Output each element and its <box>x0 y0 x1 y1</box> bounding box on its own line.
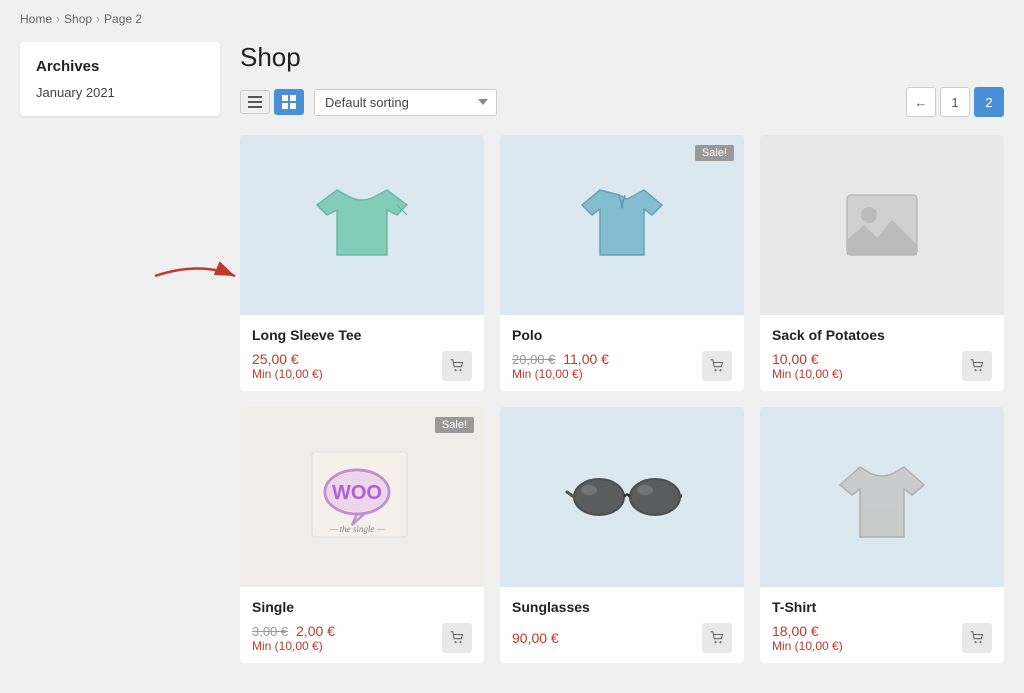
price-block-sack-of-potatoes: 10,00 € Min (10,00 €) <box>772 351 843 381</box>
sort-select[interactable]: Default sorting Sort by popularity Sort … <box>314 89 497 116</box>
add-to-cart-sunglasses[interactable] <box>702 623 732 653</box>
prev-page-button[interactable]: ← <box>906 87 936 117</box>
price-old-span-polo: 20,00 € <box>512 352 555 367</box>
price-block-sunglasses: 90,00 € <box>512 630 559 646</box>
product-card-sunglasses: Sunglasses 90,00 € <box>500 407 744 663</box>
price-current-sunglasses: 90,00 € <box>512 630 559 646</box>
product-price-row-sunglasses: 90,00 € <box>512 623 732 653</box>
grid-view-button[interactable] <box>274 89 304 115</box>
add-to-cart-sack-of-potatoes[interactable] <box>962 351 992 381</box>
product-image-long-sleeve-tee[interactable] <box>240 135 484 315</box>
product-name-sunglasses: Sunglasses <box>512 599 732 615</box>
svg-text:— the single —: — the single — <box>328 524 385 534</box>
product-price-row-polo: 20,00 € 11,00 € Min (10,00 €) <box>512 351 732 381</box>
breadcrumb-shop[interactable]: Shop <box>64 12 92 26</box>
price-current-t-shirt: 18,00 € <box>772 623 843 639</box>
product-image-sack-of-potatoes[interactable] <box>760 135 1004 315</box>
product-image-polo[interactable]: Sale! <box>500 135 744 315</box>
product-name-sack-of-potatoes: Sack of Potatoes <box>772 327 992 343</box>
price-min-polo: Min (10,00 €) <box>512 367 609 381</box>
product-card-polo: Sale! Po <box>500 135 744 391</box>
cart-icon-sunglasses <box>710 631 724 645</box>
product-price-row-sack-of-potatoes: 10,00 € Min (10,00 €) <box>772 351 992 381</box>
price-min-single: Min (10,00 €) <box>252 639 335 653</box>
placeholder-image <box>842 190 922 260</box>
product-price-row-long-sleeve-tee: 25,00 € Min (10,00 €) <box>252 351 472 381</box>
product-info-polo: Polo 20,00 € 11,00 € Min (10,00 €) <box>500 315 744 391</box>
shop-title: Shop <box>240 42 1004 73</box>
product-card-long-sleeve-tee: Long Sleeve Tee 25,00 € Min (10,00 €) <box>240 135 484 391</box>
breadcrumb-current: Page 2 <box>104 12 142 26</box>
price-old-span-single: 3,00 € <box>252 624 288 639</box>
breadcrumb-home[interactable]: Home <box>20 12 52 26</box>
price-block-single: 3,00 € 2,00 € Min (10,00 €) <box>252 623 335 653</box>
product-info-t-shirt: T-Shirt 18,00 € Min (10,00 €) <box>760 587 1004 663</box>
main-content: Shop <box>240 42 1004 663</box>
pagination: ← 1 2 <box>906 87 1004 117</box>
product-image-single[interactable]: Sale! WOO — the single — <box>240 407 484 587</box>
add-to-cart-long-sleeve-tee[interactable] <box>442 351 472 381</box>
page-wrapper: Home › Shop › Page 2 Archives January 20… <box>0 0 1024 693</box>
price-row-single: 3,00 € 2,00 € <box>252 623 335 639</box>
sale-badge-polo: Sale! <box>695 145 734 161</box>
page-2-button[interactable]: 2 <box>974 87 1004 117</box>
product-info-sack-of-potatoes: Sack of Potatoes 10,00 € Min (10,00 €) <box>760 315 1004 391</box>
long-sleeve-tee-image <box>302 165 422 285</box>
polo-image <box>562 165 682 285</box>
price-current-polo: 11,00 € <box>563 351 609 367</box>
cart-icon-sack <box>970 359 984 373</box>
product-info-long-sleeve-tee: Long Sleeve Tee 25,00 € Min (10,00 €) <box>240 315 484 391</box>
price-block-long-sleeve-tee: 25,00 € Min (10,00 €) <box>252 351 323 381</box>
list-view-button[interactable] <box>240 90 270 114</box>
price-current-long-sleeve-tee: 25,00 € <box>252 351 323 367</box>
product-name-t-shirt: T-Shirt <box>772 599 992 615</box>
price-current-single: 2,00 € <box>296 623 335 639</box>
cart-icon-single <box>450 631 464 645</box>
product-card-sack-of-potatoes: Sack of Potatoes 10,00 € Min (10,00 €) <box>760 135 1004 391</box>
price-block-polo: 20,00 € 11,00 € Min (10,00 €) <box>512 351 609 381</box>
archives-title: Archives <box>36 58 204 75</box>
product-name-polo: Polo <box>512 327 732 343</box>
sidebar: Archives January 2021 <box>20 42 220 116</box>
svg-text:WOO: WOO <box>332 482 382 504</box>
price-min-t-shirt: Min (10,00 €) <box>772 639 843 653</box>
breadcrumb: Home › Shop › Page 2 <box>20 12 1004 26</box>
price-current-sack-of-potatoes: 10,00 € <box>772 351 843 367</box>
content-row: Archives January 2021 Shop <box>20 42 1004 663</box>
view-toggle <box>240 89 304 115</box>
sunglasses-image <box>562 437 682 557</box>
add-to-cart-single[interactable] <box>442 623 472 653</box>
list-icon <box>248 96 262 108</box>
price-block-t-shirt: 18,00 € Min (10,00 €) <box>772 623 843 653</box>
price-min-sack-of-potatoes: Min (10,00 €) <box>772 367 843 381</box>
breadcrumb-sep-2: › <box>96 12 100 26</box>
woo-image: WOO — the single — <box>302 437 422 557</box>
page-1-button[interactable]: 1 <box>940 87 970 117</box>
product-image-t-shirt[interactable] <box>760 407 1004 587</box>
product-name-single: Single <box>252 599 472 615</box>
product-card-t-shirt: T-Shirt 18,00 € Min (10,00 €) <box>760 407 1004 663</box>
arrow-annotation <box>150 256 240 296</box>
shop-toolbar: Default sorting Sort by popularity Sort … <box>240 87 1004 117</box>
product-card-single: Sale! WOO — the single — <box>240 407 484 663</box>
product-price-row-single: 3,00 € 2,00 € Min (10,00 €) <box>252 623 472 653</box>
add-to-cart-polo[interactable] <box>702 351 732 381</box>
add-to-cart-t-shirt[interactable] <box>962 623 992 653</box>
product-name-long-sleeve-tee: Long Sleeve Tee <box>252 327 472 343</box>
product-info-sunglasses: Sunglasses 90,00 € <box>500 587 744 663</box>
product-info-single: Single 3,00 € 2,00 € Min (10,00 €) <box>240 587 484 663</box>
product-price-row-t-shirt: 18,00 € Min (10,00 €) <box>772 623 992 653</box>
sidebar-item-january-2021[interactable]: January 2021 <box>36 85 204 100</box>
price-min-long-sleeve-tee: Min (10,00 €) <box>252 367 323 381</box>
cart-icon <box>450 359 464 373</box>
breadcrumb-sep-1: › <box>56 12 60 26</box>
products-grid: Long Sleeve Tee 25,00 € Min (10,00 €) <box>240 135 1004 663</box>
cart-icon-tshirt <box>970 631 984 645</box>
sale-badge-single: Sale! <box>435 417 474 433</box>
product-image-sunglasses[interactable] <box>500 407 744 587</box>
price-old-polo: 20,00 € 11,00 € <box>512 351 609 367</box>
tshirt-image <box>822 437 942 557</box>
grid-icon <box>282 95 296 109</box>
cart-icon-polo <box>710 359 724 373</box>
